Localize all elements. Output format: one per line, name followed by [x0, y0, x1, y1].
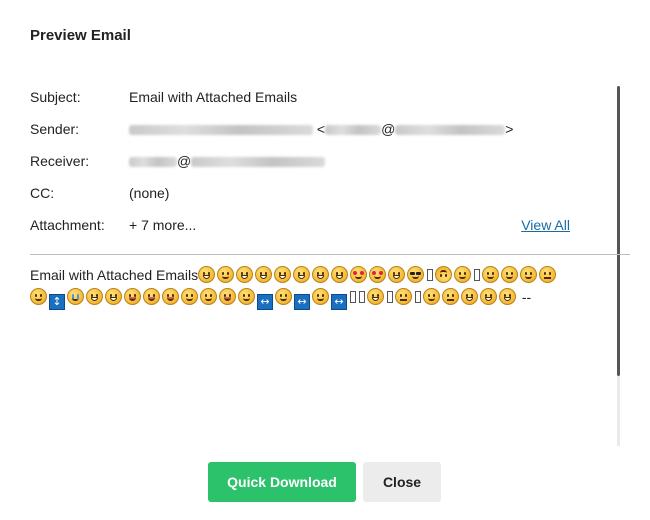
email-metadata: Subject: Email with Attached Emails Send… — [30, 88, 590, 248]
thinking-face-icon — [442, 288, 459, 305]
close-button[interactable]: Close — [363, 462, 441, 502]
left-right-arrow-icon: ↔ — [331, 294, 347, 310]
scrollbar-track[interactable] — [617, 376, 620, 446]
sender-bracket-close: > — [505, 121, 514, 137]
redacted-receiver-domain — [191, 157, 326, 168]
left-right-arrow-icon: ↔ — [257, 294, 273, 310]
subject-label: Subject: — [30, 89, 81, 105]
sender-bracket-open: < — [313, 121, 326, 137]
expressionless-face-icon — [539, 266, 557, 283]
tongue-face-icon — [124, 288, 141, 305]
missing-glyph-icon — [359, 291, 365, 303]
squinting-face-icon — [274, 266, 292, 283]
receiver-row: Receiver: @ — [30, 152, 590, 184]
up-down-arrow-icon: ↕ — [49, 294, 65, 310]
grinning-face-icon — [105, 288, 122, 305]
hugging-face-icon — [367, 288, 384, 305]
sender-label: Sender: — [30, 121, 80, 137]
sender-at: @ — [381, 121, 396, 137]
upside-down-face-icon — [435, 266, 453, 283]
view-all-link[interactable]: View All — [521, 216, 570, 234]
preview-email-dialog: Preview Email Subject: Email with Attach… — [0, 0, 650, 520]
sweat-smile-icon — [293, 266, 311, 283]
smiley-face-icon — [217, 266, 235, 283]
redacted-sender-domain — [395, 125, 506, 136]
divider — [30, 254, 630, 255]
winking-tongue-icon — [162, 288, 179, 305]
grin-face-icon — [236, 266, 254, 283]
receiver-at: @ — [177, 153, 192, 169]
slight-smile-icon — [30, 288, 47, 305]
smile-face-icon — [181, 288, 198, 305]
blush-face-icon — [482, 266, 500, 283]
smirk-face-icon — [395, 288, 412, 305]
slight-smile-icon — [454, 266, 472, 283]
subject-value: Email with Attached Emails — [129, 89, 298, 105]
missing-glyph-icon — [387, 291, 393, 303]
grimace-face-icon — [388, 266, 406, 283]
missing-glyph-icon — [415, 291, 421, 303]
left-right-arrow-icon: ↔ — [294, 294, 310, 310]
cc-label: CC: — [30, 185, 55, 201]
sender-value: < @ > — [129, 120, 513, 138]
sender-row: Sender: < @ > — [30, 120, 590, 152]
beaming-face-icon — [255, 266, 273, 283]
nerd-face-icon — [499, 288, 516, 305]
rofl-icon — [312, 266, 330, 283]
grinning-face-icon — [198, 266, 216, 283]
redacted-sender-name — [129, 125, 313, 136]
cc-row: CC: (none) — [30, 184, 590, 216]
scrollbar-thumb[interactable] — [617, 86, 620, 376]
grimace-face-icon — [86, 288, 103, 305]
mask-face-icon — [480, 288, 497, 305]
relieved-face-icon — [200, 288, 217, 305]
quick-download-button[interactable]: Quick Download — [208, 462, 356, 502]
slight-smile-icon — [312, 288, 329, 305]
glasses-face-icon — [407, 266, 425, 283]
hushed-face-icon — [423, 288, 440, 305]
squint-tongue-icon — [143, 288, 160, 305]
relieved-face-icon — [501, 266, 519, 283]
attachment-label: Attachment: — [30, 217, 105, 233]
attachment-more[interactable]: + 7 more... — [129, 216, 196, 234]
missing-glyph-icon — [350, 291, 356, 303]
email-body: Email with Attached Emails ↕ ↔ ↔ ↔ -- — [30, 264, 610, 310]
sad-face-icon — [67, 288, 84, 305]
cc-value: (none) — [129, 185, 170, 201]
subject-row: Subject: Email with Attached Emails — [30, 88, 590, 120]
dialog-title: Preview Email — [30, 27, 131, 44]
slight-smile-icon — [275, 288, 292, 305]
redacted-sender-local — [325, 125, 382, 136]
smile-face-icon — [520, 266, 538, 283]
missing-glyph-icon — [427, 269, 434, 281]
missing-glyph-icon — [474, 269, 481, 281]
body-trailer: -- — [518, 289, 532, 305]
slight-smile-icon — [238, 288, 255, 305]
redacted-receiver-local — [129, 157, 177, 168]
yum-face-icon — [219, 288, 236, 305]
smiling-hearts-icon — [350, 266, 368, 283]
joy-face-icon — [331, 266, 349, 283]
attachment-row: Attachment: + 7 more... View All — [30, 216, 590, 248]
receiver-label: Receiver: — [30, 153, 90, 169]
receiver-value: @ — [129, 152, 326, 170]
heart-eyes-icon — [369, 266, 387, 283]
zipper-face-icon — [461, 288, 478, 305]
body-intro: Email with Attached Emails — [30, 267, 199, 283]
